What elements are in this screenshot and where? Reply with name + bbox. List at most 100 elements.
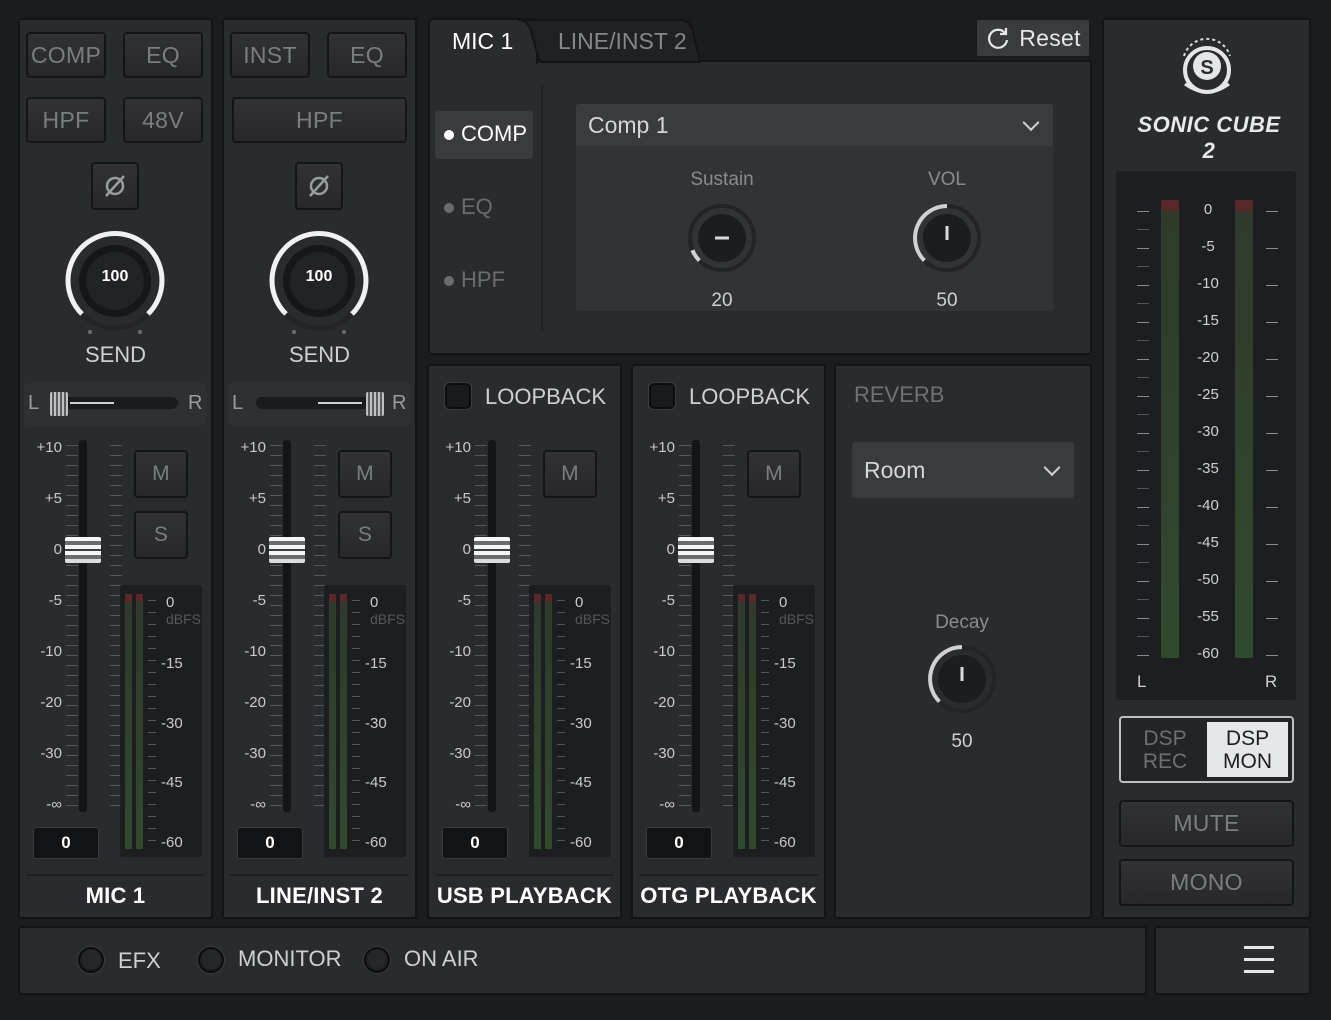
fx-side-eq[interactable]: EQ (461, 194, 493, 220)
mute-button[interactable]: M (747, 450, 801, 498)
efx-label: EFX (118, 948, 161, 973)
fader-ticks (270, 445, 330, 809)
send-label: SEND (84, 342, 147, 367)
master-scale-label: -15 (1197, 312, 1219, 329)
fader-scale-label: -20 (653, 694, 675, 711)
channel-btn-a[interactable]: COMP (26, 32, 106, 78)
menu-panel (1154, 926, 1311, 995)
master-tick-major (1137, 618, 1149, 619)
master-tick-major (1137, 433, 1149, 434)
fader-handle[interactable] (474, 537, 510, 563)
hpf-button[interactable]: HPF (232, 97, 407, 143)
dsp-mon-option[interactable]: DSP MON (1207, 722, 1288, 777)
fader-handle[interactable] (678, 537, 714, 563)
fader-scale-label: -∞ (250, 796, 266, 813)
level-meter-left (738, 594, 745, 849)
on-air-indicator[interactable] (364, 947, 390, 973)
channel-name: OTG PLAYBACK (640, 883, 817, 908)
dsp-rec-line1: DSP (1143, 726, 1187, 750)
mute-button[interactable]: M (543, 450, 597, 498)
master-mono-button[interactable]: MONO (1119, 859, 1294, 906)
master-tick-major (1137, 359, 1149, 360)
fader-track[interactable] (692, 440, 700, 812)
master-tick-major (1266, 507, 1278, 508)
master-scale-label: -50 (1197, 571, 1219, 588)
fader-scale-label: -30 (40, 745, 62, 762)
mute-button[interactable]: M (338, 450, 392, 498)
monitor-indicator[interactable] (198, 947, 224, 973)
vol-knob[interactable] (909, 200, 985, 276)
hamburger-menu-icon[interactable] (1244, 946, 1274, 974)
send-knob-value: 100 (101, 268, 129, 285)
pan-slider-center-line (318, 402, 362, 404)
master-tick-minor (1137, 303, 1149, 304)
reset-button[interactable]: Reset (975, 18, 1091, 58)
master-tick-minor (1137, 636, 1149, 637)
pan-slider-handle[interactable] (50, 392, 68, 416)
mute-button[interactable]: M (134, 450, 188, 498)
fader-scale-label: -30 (244, 745, 266, 762)
meter-top-label: 0 (370, 594, 379, 611)
svg-text:S: S (1200, 57, 1213, 79)
master-tick-major (1266, 618, 1278, 619)
meter-unit-label: dBFS (370, 611, 406, 627)
master-tick-major (1266, 544, 1278, 545)
master-tick-major (1266, 322, 1278, 323)
fx-side-hpf[interactable]: HPF (461, 267, 505, 293)
loopback-checkbox[interactable] (445, 383, 471, 409)
master-scale-label: -60 (1197, 645, 1219, 662)
master-label-r: R (1265, 672, 1278, 691)
master-scale-label: -45 (1197, 534, 1219, 551)
fader-handle[interactable] (269, 537, 305, 563)
fader-track[interactable] (283, 440, 291, 812)
comp-preset-dropdown[interactable]: Comp 1 (576, 104, 1053, 146)
level-meter-left (534, 594, 541, 849)
master-mute-button[interactable]: MUTE (1119, 800, 1294, 847)
fader-scale-label: -10 (244, 643, 266, 660)
fader-value-box[interactable]: 0 (33, 827, 99, 859)
fader-value-box[interactable]: 0 (237, 827, 303, 859)
fader-track[interactable] (488, 440, 496, 812)
master-tick-minor (1137, 229, 1149, 230)
dsp-rec-option[interactable]: DSP REC (1124, 722, 1206, 777)
solo-button[interactable]: S (134, 511, 188, 559)
meter-unit-label: dBFS (166, 611, 202, 627)
meter-top-label: 0 (166, 594, 175, 611)
master-meter-right (1235, 200, 1253, 658)
phase-invert-button[interactable] (91, 162, 139, 210)
master-tick-major (1266, 470, 1278, 471)
channel-btn-b[interactable]: EQ (123, 32, 203, 78)
master-tick-major (1266, 581, 1278, 582)
chevron-down-icon (1022, 114, 1040, 132)
fader-handle[interactable] (65, 537, 101, 563)
phantom-48v-button[interactable]: 48V (123, 97, 203, 143)
channel-name: USB PLAYBACK (436, 883, 613, 908)
meter-scale-label: -15 (161, 655, 183, 672)
efx-indicator[interactable] (78, 947, 104, 973)
send-knob-value: 100 (305, 268, 333, 285)
decay-knob[interactable] (924, 641, 1000, 717)
fader-scale-label: -5 (661, 592, 675, 609)
fader-scale-label: 0 (53, 541, 62, 558)
channel-btn-a[interactable]: INST (230, 32, 310, 78)
solo-button[interactable]: S (338, 511, 392, 559)
meter-scale-label: -60 (570, 834, 592, 851)
decay-value: 50 (951, 731, 973, 752)
reverb-preset-dropdown[interactable]: Room (852, 442, 1074, 498)
channel-name: LINE/INST 2 (256, 883, 383, 908)
pan-left-label: L (28, 392, 40, 414)
fader-value-box[interactable]: 0 (646, 827, 712, 859)
channel-btn-b[interactable]: EQ (327, 32, 407, 78)
sustain-knob[interactable] (684, 200, 760, 276)
loopback-checkbox[interactable] (649, 383, 675, 409)
fader-track[interactable] (79, 440, 87, 812)
pan-slider-center-line (70, 402, 114, 404)
phase-invert-button[interactable] (295, 162, 343, 210)
hpf-button[interactable]: HPF (26, 97, 106, 143)
master-tick-major (1137, 211, 1149, 212)
pan-slider-handle[interactable] (366, 392, 384, 416)
dsp-rec-line2: REC (1142, 749, 1188, 773)
fader-value-box[interactable]: 0 (442, 827, 508, 859)
fader-scale-label: -∞ (46, 796, 62, 813)
level-meter-right (749, 594, 756, 849)
